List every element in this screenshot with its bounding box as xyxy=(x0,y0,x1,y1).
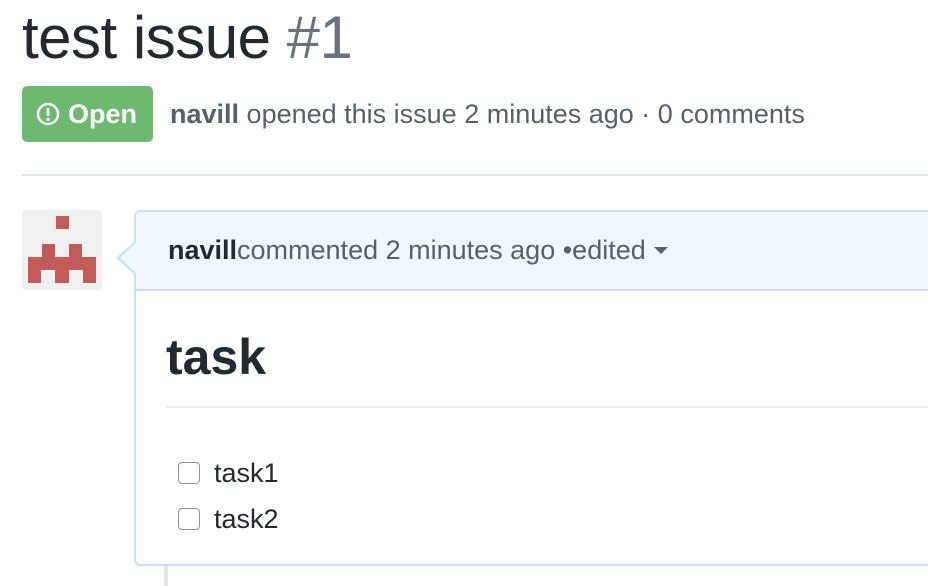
issue-meta-text: navill opened this issue 2 minutes ago ·… xyxy=(170,99,805,130)
body-heading: task xyxy=(166,329,267,385)
timeline-line xyxy=(164,566,168,586)
task-list-item: task2 xyxy=(166,496,928,542)
state-badge: Open xyxy=(22,86,154,142)
issue-page: test issue #1 Open navill opened this is… xyxy=(0,0,928,586)
comment-author-link[interactable]: navill xyxy=(168,235,237,266)
header-divider xyxy=(22,174,928,176)
heading-rule xyxy=(166,406,928,408)
comment-header: navill commented 2 minutes ago • edited xyxy=(136,212,928,291)
task-label: task1 xyxy=(214,457,279,488)
issue-title-text: test issue xyxy=(22,4,271,71)
task-checkbox[interactable] xyxy=(178,462,200,484)
comment-body: task task1 task2 xyxy=(136,291,928,542)
comment-pointer-fill xyxy=(120,242,137,274)
issue-title: test issue #1 xyxy=(22,0,353,76)
caret-down-icon xyxy=(653,247,668,254)
edited-dropdown[interactable]: edited xyxy=(572,235,668,266)
task-label: task2 xyxy=(214,503,279,534)
issue-meta-details: opened this issue 2 minutes ago · 0 comm… xyxy=(239,98,805,129)
avatar[interactable] xyxy=(22,210,102,290)
issue-author-link[interactable]: navill xyxy=(170,99,239,129)
state-label: Open xyxy=(68,98,138,129)
task-checkbox[interactable] xyxy=(178,508,200,530)
task-list: task1 task2 xyxy=(166,450,928,542)
comment-action-text: commented 2 minutes ago • xyxy=(237,235,573,265)
issue-meta: Open navill opened this issue 2 minutes … xyxy=(22,86,805,142)
comment-box: navill commented 2 minutes ago • edited … xyxy=(116,210,928,566)
identicon-avatar xyxy=(28,216,96,283)
issue-opened-icon xyxy=(36,102,60,126)
task-list-item: task1 xyxy=(166,450,928,496)
edited-label: edited xyxy=(572,235,646,265)
issue-number: #1 xyxy=(286,4,353,71)
